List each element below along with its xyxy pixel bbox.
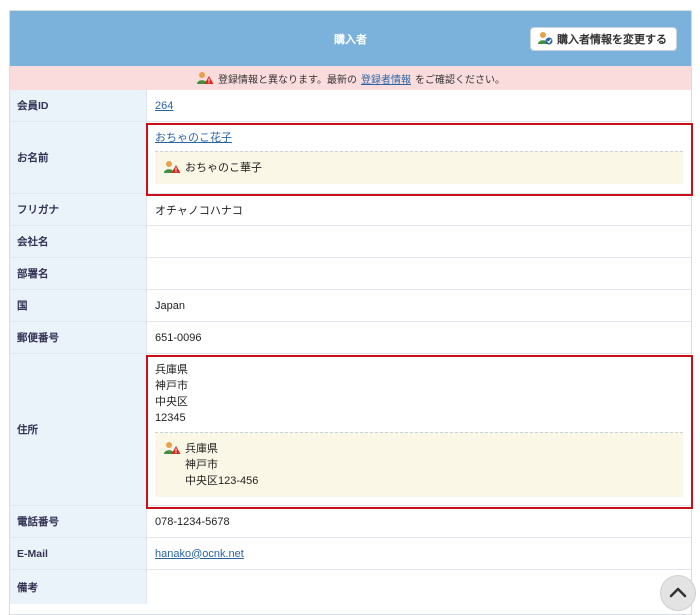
alert-text-suffix: をご確認ください。 bbox=[415, 74, 505, 86]
furigana-value: オチャノコハナコ bbox=[155, 204, 243, 217]
registered-address-line3: 中央区123-456 bbox=[185, 475, 259, 487]
address-line4: 12345 bbox=[155, 412, 186, 424]
user-warning-icon bbox=[163, 441, 181, 455]
label-remarks: 備考 bbox=[10, 570, 147, 604]
label-name: お名前 bbox=[10, 122, 147, 193]
row-department: 部署名 bbox=[10, 258, 691, 290]
row-name: お名前 おちゃのこ花子 おちゃのこ華子 bbox=[10, 122, 691, 194]
row-member-id: 会員ID 264 bbox=[10, 90, 691, 122]
row-phone: 電話番号 078-1234-5678 bbox=[10, 506, 691, 538]
row-postal: 郵便番号 651-0096 bbox=[10, 322, 691, 354]
change-purchaser-button[interactable]: 購入者情報を変更する bbox=[530, 27, 677, 51]
label-member-id: 会員ID bbox=[10, 90, 147, 121]
registered-name: おちゃのこ華子 bbox=[185, 162, 262, 174]
row-email: E-Mail hanako@ocnk.net bbox=[10, 538, 691, 570]
change-purchaser-label: 購入者情報を変更する bbox=[557, 34, 667, 46]
label-email: E-Mail bbox=[10, 538, 147, 569]
address-line2: 神戸市 bbox=[155, 380, 188, 392]
row-country: 国 Japan bbox=[10, 290, 691, 322]
chevron-up-icon bbox=[668, 585, 688, 602]
registered-address-note: 兵庫県 神戸市 中央区123-456 bbox=[155, 432, 683, 497]
phone-value: 078-1234-5678 bbox=[155, 515, 230, 528]
panel-header: 購入者 購入者情報を変更する bbox=[10, 11, 691, 66]
label-country: 国 bbox=[10, 290, 147, 321]
address-line1: 兵庫県 bbox=[155, 364, 188, 376]
purchaser-panel: 購入者 購入者情報を変更する 登録情報と異なります。最新の 登録者情報 をご確認… bbox=[9, 10, 692, 615]
registered-address-line1: 兵庫県 bbox=[185, 443, 218, 455]
member-id-link[interactable]: 264 bbox=[155, 100, 691, 112]
label-furigana: フリガナ bbox=[10, 194, 147, 225]
country-value: Japan bbox=[155, 299, 185, 312]
label-phone: 電話番号 bbox=[10, 506, 147, 537]
postal-code-value: 651-0096 bbox=[155, 331, 202, 344]
registered-name-note: おちゃのこ華子 bbox=[155, 151, 683, 184]
mismatch-alert: 登録情報と異なります。最新の 登録者情報 をご確認ください。 bbox=[10, 66, 691, 90]
registered-address-line2: 神戸市 bbox=[185, 459, 218, 471]
label-department: 部署名 bbox=[10, 258, 147, 289]
row-address: 住所 兵庫県 神戸市 中央区 12345 兵庫県 神戸市 中央区123-456 bbox=[10, 354, 691, 506]
row-company: 会社名 bbox=[10, 226, 691, 258]
email-link[interactable]: hanako@ocnk.net bbox=[155, 548, 691, 560]
user-edit-icon bbox=[537, 31, 553, 48]
label-postal-code: 郵便番号 bbox=[10, 322, 147, 353]
scroll-to-top-button[interactable] bbox=[660, 575, 696, 611]
name-link[interactable]: おちゃのこ花子 bbox=[155, 129, 691, 145]
label-company: 会社名 bbox=[10, 226, 147, 257]
user-warning-icon bbox=[196, 71, 214, 85]
alert-text-prefix: 登録情報と異なります。最新の bbox=[218, 74, 357, 86]
row-remarks: 備考 bbox=[10, 570, 691, 604]
registrant-info-link[interactable]: 登録者情報 bbox=[361, 71, 411, 86]
label-address: 住所 bbox=[10, 354, 147, 505]
address-line3: 中央区 bbox=[155, 396, 188, 408]
user-warning-icon bbox=[163, 160, 181, 174]
row-furigana: フリガナ オチャノコハナコ bbox=[10, 194, 691, 226]
